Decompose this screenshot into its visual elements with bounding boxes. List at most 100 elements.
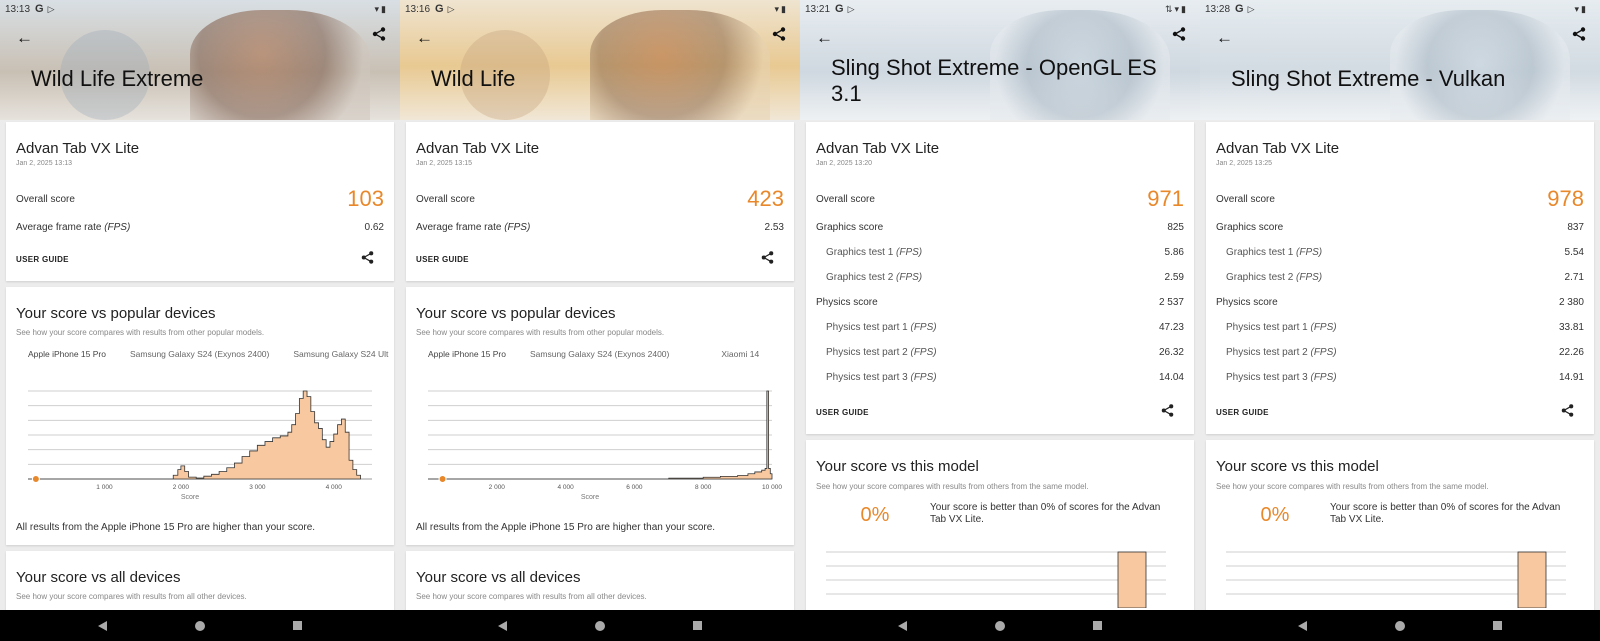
hero-artwork [190,10,370,120]
nav-back-icon[interactable] [98,620,107,631]
share-icon[interactable] [361,251,374,264]
nav-recents-icon[interactable] [1493,621,1502,630]
tab-apple-iphone-15-pro[interactable]: Apple iPhone 15 Pro [16,343,118,367]
x-tick-label: 4 000 [557,484,574,491]
navigation-bar [0,610,400,641]
physics-test-3-row: Physics test part 3 (FPS) 14.91 [1216,370,1584,384]
user-guide-link[interactable]: USER GUIDE [1216,408,1269,417]
metric-value: 2.59 [1164,271,1184,283]
nav-home-icon[interactable] [995,620,1005,631]
metric-label: Average frame rate (FPS) [416,221,531,233]
overall-score-value: 978 [1547,186,1584,211]
percentile-value: 0% [1260,504,1290,526]
graphics-test-2-row: Graphics test 2 (FPS) 2.59 [816,270,1184,284]
back-arrow-icon[interactable]: ← [816,28,833,48]
share-icon[interactable] [1161,404,1174,417]
hero-banner [400,0,800,120]
section-subtitle: See how your score compares with results… [416,592,647,601]
nav-recents-icon[interactable] [1093,621,1102,630]
fps-unit: (FPS) [910,346,937,358]
google-icon: G [35,3,44,15]
graphics-test-2-row: Graphics test 2 (FPS) 2.71 [1216,270,1584,284]
nav-back-icon[interactable] [1298,620,1307,631]
share-icon[interactable] [761,251,774,264]
physics-score-row: Physics score 2 380 [1216,295,1584,309]
physics-test-2-row: Physics test part 2 (FPS) 22.26 [1216,345,1584,359]
share-icon[interactable] [1172,27,1186,41]
graphics-test-1-row: Graphics test 1 (FPS) 5.54 [1216,245,1584,259]
status-time: 13:21 [805,3,831,15]
overall-score-label: Overall score [1216,193,1275,205]
page-title: Wild Life Extreme [31,66,204,91]
navigation-bar [800,610,1200,641]
tab-apple-iphone-15-pro[interactable]: Apple iPhone 15 Pro [416,343,518,367]
section-title: Your score vs popular devices [16,305,216,322]
tab-samsung-galaxy-s24-ultra[interactable]: Samsung Galaxy S24 Ult [281,343,394,367]
device-name: Advan Tab VX Lite [16,140,140,157]
nav-recents-icon[interactable] [293,621,302,630]
tab-xiaomi-14[interactable]: Xiaomi 14 [681,343,771,367]
share-icon[interactable] [772,27,786,41]
x-tick-label: 4 000 [326,484,343,491]
user-guide-link[interactable]: USER GUIDE [416,255,469,264]
x-tick-label: 2 000 [173,484,190,491]
user-guide-link[interactable]: USER GUIDE [816,408,869,417]
percentile-value: 0% [860,504,890,526]
fps-unit: (FPS) [910,371,937,383]
section-title: Your score vs this model [1216,458,1379,475]
tab-samsung-galaxy-s24[interactable]: Samsung Galaxy S24 (Exynos 2400) [118,343,281,367]
nav-home-icon[interactable] [1395,620,1405,631]
score-card: Advan Tab VX Lite Jan 2, 2025 13:15 Over… [406,122,794,281]
physics-test-3-row: Physics test part 3 (FPS) 14.04 [816,370,1184,384]
section-subtitle: See how your score compares with results… [16,328,265,337]
overall-score-value: 971 [1147,186,1184,211]
overall-score-row: Overall score 423 [416,186,784,211]
section-title: Your score vs popular devices [416,305,616,322]
screenshot-collage: 13:13 G ▷ ▾▮ ← Wild Life Extreme Advan T… [0,0,1600,641]
panel-sling-shot-extreme-vulkan: 13:28 G ▷ ▾▮ ← Sling Shot Extreme - Vulk… [1200,0,1600,641]
overall-score-value: 423 [747,186,784,211]
user-guide-link[interactable]: USER GUIDE [16,255,69,264]
back-arrow-icon[interactable]: ← [416,28,433,48]
share-icon[interactable] [1561,404,1574,417]
metric-label: Physics test part 1 (FPS) [1226,321,1337,333]
overall-score-label: Overall score [816,193,875,205]
status-time: 13:16 [405,3,431,15]
wifi-battery-icons: ▾▮ [774,3,788,14]
status-bar: 13:16 G ▷ ▾▮ [400,0,800,18]
metric-label: Physics test part 1 (FPS) [826,321,937,333]
result-date: Jan 2, 2025 13:13 [16,160,73,167]
nav-recents-icon[interactable] [693,621,702,630]
tab-samsung-galaxy-s24[interactable]: Samsung Galaxy S24 (Exynos 2400) [518,343,681,367]
metric-row: Average frame rate (FPS) 0.62 [16,220,384,234]
metric-label: Physics test part 3 (FPS) [1226,371,1337,383]
google-icon: G [835,3,844,15]
metric-value: 33.81 [1558,321,1584,333]
physics-test-1-row: Physics test part 1 (FPS) 47.23 [816,320,1184,334]
nav-home-icon[interactable] [595,620,605,631]
score-distribution-chart: 1 000 2 000 3 000 4 000 Score [28,390,372,501]
graphics-test-1-row: Graphics test 1 (FPS) 5.86 [816,245,1184,259]
metric-value: 5.86 [1164,246,1184,258]
share-icon[interactable] [1572,27,1586,41]
metric-label: Physics score [1216,296,1278,308]
metric-label: Physics score [816,296,878,308]
back-arrow-icon[interactable]: ← [1216,28,1233,48]
metric-value: 837 [1567,221,1584,233]
hero-banner [0,0,400,120]
x-tick-label: 8 000 [695,484,712,491]
back-arrow-icon[interactable]: ← [16,28,33,48]
metric-value: 26.32 [1158,346,1184,358]
share-icon[interactable] [372,27,386,41]
overall-score-value: 103 [347,186,384,211]
your-score-marker [31,475,40,483]
model-distribution-chart [826,551,1166,608]
fps-unit: (FPS) [896,271,923,283]
nav-home-icon[interactable] [195,620,205,631]
score-card: Advan Tab VX Lite Jan 2, 2025 13:20 Over… [806,122,1194,434]
nav-back-icon[interactable] [898,620,907,631]
nav-back-icon[interactable] [498,620,507,631]
distribution-bar [1517,551,1547,608]
percentile-text: Your score is better than 0% of scores f… [930,502,1161,525]
graphics-score-row: Graphics score 837 [1216,220,1584,234]
